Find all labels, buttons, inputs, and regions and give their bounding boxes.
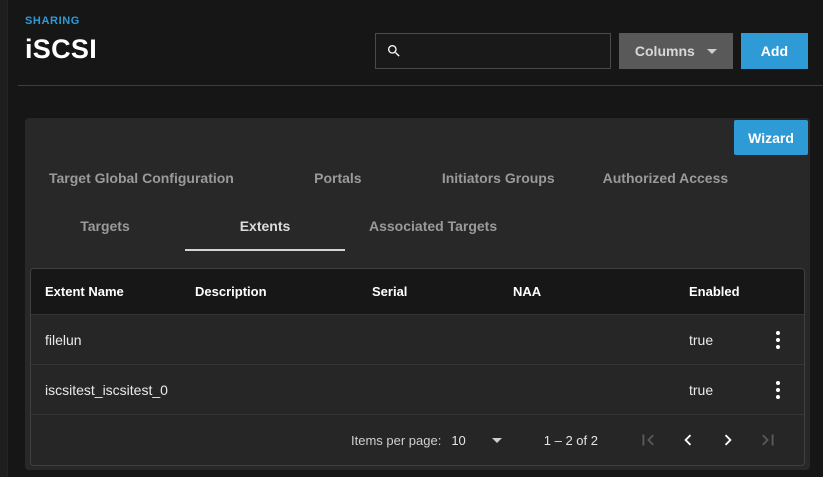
sidebar-edge bbox=[0, 0, 8, 477]
items-per-page-value[interactable]: 10 bbox=[451, 433, 465, 448]
cell-enabled: true bbox=[675, 382, 752, 398]
header-divider bbox=[18, 85, 823, 86]
last-page-button[interactable] bbox=[748, 420, 788, 460]
column-header-enabled: Enabled bbox=[675, 284, 752, 299]
toolbar: Columns Add bbox=[375, 33, 808, 69]
column-header-serial: Serial bbox=[358, 284, 499, 299]
kebab-menu-icon bbox=[776, 381, 780, 385]
chevron-right-icon bbox=[717, 429, 739, 451]
columns-button-label: Columns bbox=[635, 43, 695, 59]
first-page-icon bbox=[637, 429, 659, 451]
column-header-description: Description bbox=[181, 284, 358, 299]
next-page-button[interactable] bbox=[708, 420, 748, 460]
kebab-menu-icon bbox=[776, 331, 780, 335]
breadcrumb[interactable]: SHARING bbox=[25, 15, 97, 27]
items-per-page-select[interactable] bbox=[492, 438, 502, 443]
tab-initiators-groups[interactable]: Initiators Groups bbox=[418, 155, 579, 203]
cell-extent-name: filelun bbox=[31, 332, 181, 348]
paginator: Items per page: 10 1 – 2 of 2 bbox=[31, 414, 804, 465]
tab-associated-targets[interactable]: Associated Targets bbox=[345, 203, 521, 251]
iscsi-card: Wizard Target Global Configuration Porta… bbox=[25, 118, 810, 470]
table-row[interactable]: filelun true bbox=[31, 314, 804, 364]
tab-authorized-access[interactable]: Authorized Access bbox=[579, 155, 753, 203]
chevron-down-icon bbox=[707, 49, 717, 54]
table-header-row: Extent Name Description Serial NAA Enabl… bbox=[31, 269, 804, 314]
page-title: iSCSI bbox=[25, 34, 97, 65]
column-header-extent-name: Extent Name bbox=[31, 284, 181, 299]
wizard-button[interactable]: Wizard bbox=[734, 120, 808, 155]
chevron-down-icon bbox=[492, 438, 502, 443]
tab-bar: Target Global Configuration Portals Init… bbox=[25, 155, 810, 251]
tab-extents[interactable]: Extents bbox=[185, 203, 345, 251]
tab-target-global-configuration[interactable]: Target Global Configuration bbox=[25, 155, 258, 203]
columns-button[interactable]: Columns bbox=[619, 33, 733, 69]
extents-table: Extent Name Description Serial NAA Enabl… bbox=[30, 268, 805, 466]
previous-page-button[interactable] bbox=[668, 420, 708, 460]
cell-extent-name: iscsitest_iscsitest_0 bbox=[31, 382, 181, 398]
page-header: SHARING iSCSI bbox=[25, 15, 97, 65]
cell-enabled: true bbox=[675, 332, 752, 348]
row-actions-menu-button[interactable] bbox=[760, 322, 796, 358]
search-box[interactable] bbox=[375, 33, 611, 69]
row-actions-menu-button[interactable] bbox=[760, 372, 796, 408]
column-header-naa: NAA bbox=[499, 284, 675, 299]
search-icon bbox=[386, 43, 402, 59]
last-page-icon bbox=[757, 429, 779, 451]
items-per-page-label: Items per page: bbox=[351, 433, 441, 448]
tab-targets[interactable]: Targets bbox=[25, 203, 185, 251]
table-row[interactable]: iscsitest_iscsitest_0 true bbox=[31, 364, 804, 414]
tab-portals[interactable]: Portals bbox=[258, 155, 418, 203]
search-input[interactable] bbox=[410, 43, 600, 59]
add-button[interactable]: Add bbox=[741, 33, 808, 69]
chevron-left-icon bbox=[677, 429, 699, 451]
page-range-label: 1 – 2 of 2 bbox=[544, 433, 598, 448]
pager-buttons bbox=[628, 420, 788, 460]
first-page-button[interactable] bbox=[628, 420, 668, 460]
